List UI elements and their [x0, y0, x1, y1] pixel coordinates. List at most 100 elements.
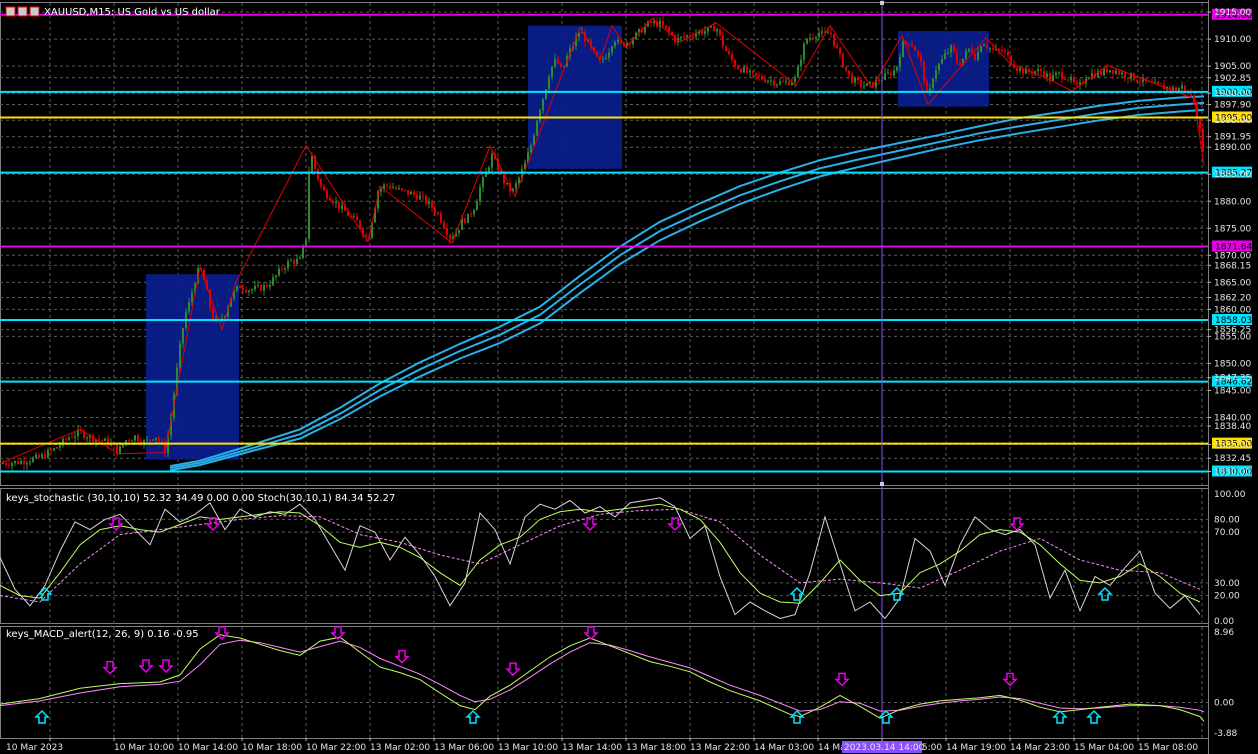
price-label: 1847.35	[1214, 374, 1251, 384]
candle-body	[152, 439, 154, 441]
candle-body	[554, 58, 556, 67]
macd-scale-label: 0.00	[1214, 698, 1234, 708]
candle-body	[665, 25, 667, 28]
candle-body	[245, 290, 247, 292]
vline-handle-bottom[interactable]	[880, 482, 884, 486]
level-tag-text: 1858.03	[1215, 316, 1252, 326]
candle-body	[335, 202, 337, 204]
candle-body	[800, 59, 802, 67]
candle-body	[1112, 70, 1114, 74]
candle-body	[755, 72, 757, 76]
zone-box	[528, 25, 622, 169]
candle-body	[263, 284, 265, 291]
candle-body	[731, 54, 733, 61]
candle-body	[827, 32, 829, 34]
candle-body	[983, 44, 985, 47]
candle-body	[947, 52, 949, 54]
time-label: 15 Mar 04:00	[1074, 743, 1134, 753]
candle-body	[518, 177, 520, 184]
candle-body	[296, 258, 298, 264]
candle-body	[716, 29, 718, 32]
candle-body	[926, 81, 928, 92]
candle-body	[1076, 82, 1078, 85]
candle-body	[923, 61, 925, 82]
candle-body	[398, 188, 400, 190]
time-label: 15 Mar 08:00	[1138, 743, 1198, 753]
macd-scale-label: -3.88	[1214, 729, 1238, 739]
candle-body	[956, 51, 958, 64]
candle-body	[833, 34, 835, 46]
price-label: 1835.00	[1214, 440, 1251, 450]
price-label: 1885.00	[1214, 170, 1251, 180]
candle-body	[860, 79, 862, 87]
candle-body	[551, 66, 553, 78]
candle-body	[467, 213, 469, 224]
candle-body	[242, 288, 244, 291]
time-label: 13 Mar 06:00	[434, 743, 494, 753]
candle-body	[428, 201, 430, 204]
candle-body	[1106, 68, 1108, 73]
candle-body	[2, 463, 4, 465]
candle-body	[740, 69, 742, 73]
candle-body	[830, 32, 832, 35]
time-label: 14 Mar 23:00	[1010, 743, 1070, 753]
candle-body	[1160, 83, 1162, 85]
candle-body	[1172, 87, 1174, 90]
candle-body	[98, 439, 100, 441]
candle-body	[608, 52, 610, 58]
candle-body	[758, 75, 760, 77]
price-label: 1868.15	[1214, 261, 1251, 271]
candle-body	[68, 437, 70, 440]
candle-body	[20, 461, 22, 464]
candle-body	[1064, 78, 1066, 80]
candle-body	[401, 188, 403, 190]
price-label: 1862.20	[1214, 293, 1251, 303]
candle-body	[464, 218, 466, 224]
candle-body	[260, 284, 262, 291]
candle-body	[488, 167, 490, 172]
candle-body	[749, 70, 751, 73]
candle-body	[437, 212, 439, 214]
candle-body	[44, 454, 46, 458]
candle-body	[1070, 77, 1072, 81]
candle-body	[1016, 67, 1018, 71]
candle-body	[506, 183, 508, 185]
candle-body	[311, 155, 313, 172]
candle-body	[149, 439, 151, 441]
candle-body	[560, 63, 562, 67]
price-label: 1830.00	[1214, 467, 1251, 477]
candle-body	[845, 67, 847, 71]
candle-body	[1136, 80, 1138, 82]
candle-body	[767, 80, 769, 82]
candle-body	[56, 447, 58, 449]
vline-handle-top[interactable]	[880, 1, 884, 5]
candle-body	[539, 110, 541, 121]
candle-body	[353, 216, 355, 218]
toolbar-icons[interactable]	[5, 6, 40, 17]
candle-body	[293, 260, 295, 264]
candle-body	[491, 153, 493, 168]
candle-body	[761, 75, 763, 80]
candle-body	[323, 186, 325, 191]
candle-body	[713, 26, 715, 32]
candle-body	[896, 66, 898, 71]
candle-body	[50, 449, 52, 451]
candle-body	[425, 195, 427, 204]
candle-body	[1007, 51, 1009, 56]
candle-body	[392, 187, 394, 189]
candle-body	[794, 77, 796, 83]
candle-body	[1055, 72, 1057, 76]
candle-body	[536, 120, 538, 136]
price-label: 1845.00	[1214, 386, 1251, 396]
trading-chart[interactable]: 1914.601900.001895.001885.271871.641858.…	[0, 0, 1258, 754]
candle-body	[1079, 82, 1081, 85]
candle-body	[23, 461, 25, 465]
candle-body	[704, 31, 706, 34]
candle-body	[914, 46, 916, 51]
price-label: 1897.90	[1214, 101, 1251, 111]
candle-body	[305, 238, 307, 246]
candle-body	[257, 284, 259, 286]
price-label: 1870.00	[1214, 251, 1251, 261]
candle-body	[932, 78, 934, 89]
candle-body	[287, 261, 289, 269]
